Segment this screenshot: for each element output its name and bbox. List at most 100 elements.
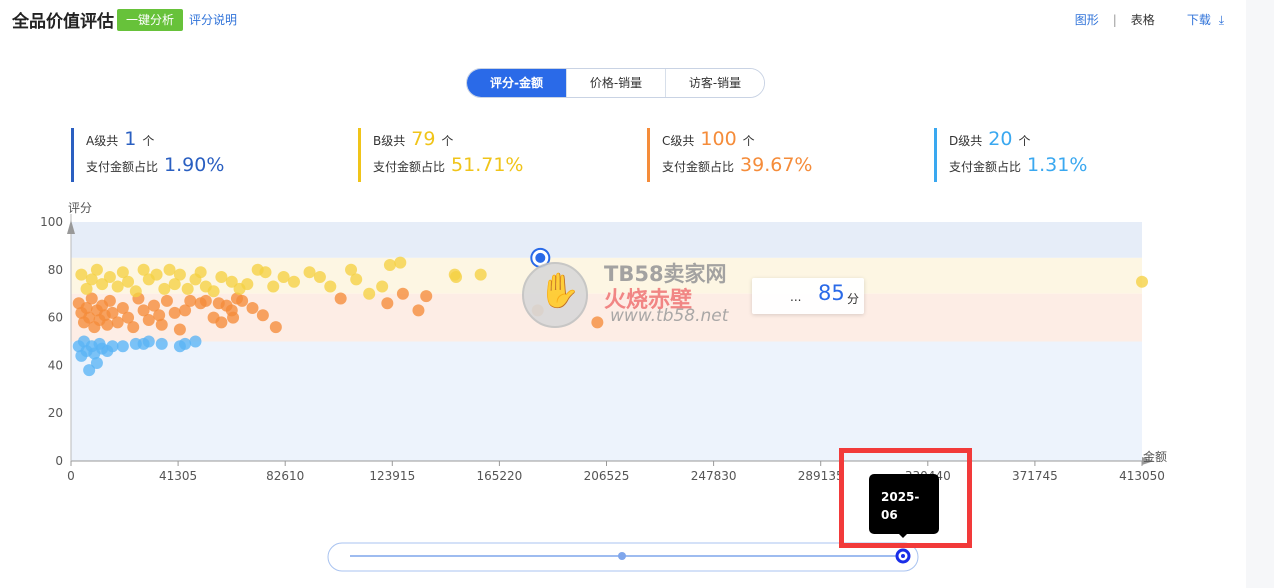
- y-tick-label: 100: [40, 215, 63, 229]
- grade-b-point[interactable]: [163, 263, 176, 276]
- grade-d-point[interactable]: [189, 335, 202, 348]
- grade-d-point[interactable]: [90, 357, 103, 370]
- grade-b-point[interactable]: [1136, 275, 1148, 288]
- right-edge-panel: [1246, 0, 1274, 588]
- grade-a-count: 1: [124, 128, 137, 150]
- grade-band-d: [71, 341, 1142, 461]
- grade-b-point[interactable]: [150, 268, 163, 281]
- x-tick-label: 371745: [1012, 469, 1058, 483]
- download-label: 下载: [1186, 13, 1211, 27]
- grade-c-point[interactable]: [160, 294, 173, 307]
- grade-c-point[interactable]: [236, 294, 249, 307]
- tooltip-score-value: 85: [818, 281, 845, 305]
- grade-b-point[interactable]: [267, 280, 280, 293]
- grade-d-point[interactable]: [155, 337, 168, 350]
- grade-b-point[interactable]: [394, 256, 407, 269]
- grade-b-point[interactable]: [129, 285, 142, 298]
- grade-c-point[interactable]: [215, 316, 228, 329]
- grade-d-point[interactable]: [106, 340, 119, 353]
- chart-mode-tabs: 评分-金额 价格-销量 访客-销量: [466, 68, 765, 98]
- grade-b-label: B级共: [373, 134, 406, 148]
- timeline-mid-dot[interactable]: [618, 552, 626, 560]
- grade-b-point[interactable]: [376, 280, 389, 293]
- tab-price-sales[interactable]: 价格-销量: [566, 69, 665, 97]
- grade-c-point[interactable]: [269, 321, 282, 334]
- grade-b-point[interactable]: [303, 266, 316, 279]
- view-table-link[interactable]: 表格: [1131, 11, 1155, 28]
- view-switcher: 图形 | 表格 | 下载 ⤓: [1075, 11, 1224, 28]
- grade-c-label: C级共: [662, 134, 695, 148]
- grade-b-count: 79: [411, 128, 436, 150]
- grade-b-point[interactable]: [277, 270, 290, 283]
- grade-b-point[interactable]: [383, 259, 396, 272]
- y-axis-label: 评分: [68, 201, 92, 215]
- grade-b-point[interactable]: [287, 275, 300, 288]
- score-explanation-link[interactable]: 评分说明: [189, 11, 237, 28]
- grade-c-point[interactable]: [101, 318, 114, 331]
- grade-c-count: 100: [700, 128, 737, 150]
- grade-b-point[interactable]: [313, 270, 326, 283]
- grade-c-point[interactable]: [103, 294, 116, 307]
- grade-c-point[interactable]: [246, 302, 259, 315]
- view-separator: |: [1112, 12, 1117, 27]
- grade-c-point[interactable]: [184, 294, 197, 307]
- view-chart-link[interactable]: 图形: [1075, 11, 1099, 28]
- grade-b-point[interactable]: [122, 275, 135, 288]
- grade-b-point[interactable]: [474, 268, 487, 281]
- grade-b-point[interactable]: [241, 278, 254, 291]
- header: 全品价值评估 一键分析 评分说明 图形 | 表格 | 下载 ⤓: [0, 0, 1274, 38]
- x-tick-label: 82610: [266, 469, 304, 483]
- grade-b-point[interactable]: [259, 266, 272, 279]
- grade-c-point[interactable]: [127, 321, 140, 334]
- grade-d-unit: 个: [1018, 134, 1031, 148]
- grade-c-point[interactable]: [142, 313, 155, 326]
- grade-c-point[interactable]: [256, 309, 269, 322]
- grade-d-stat: D级共 20 个 支付金额占比 1.31%: [934, 128, 1093, 182]
- grade-b-point[interactable]: [158, 282, 171, 295]
- grade-d-point[interactable]: [179, 337, 192, 350]
- x-tick-label: 206525: [584, 469, 630, 483]
- grade-b-point[interactable]: [75, 268, 88, 281]
- grade-b-point[interactable]: [173, 268, 186, 281]
- grade-c-point[interactable]: [199, 294, 212, 307]
- download-icon: ⤓: [1218, 13, 1224, 27]
- grade-b-point[interactable]: [194, 266, 207, 279]
- point-tooltip: ... 85 分: [752, 278, 864, 314]
- watermark-line3: www.tb58.net: [610, 306, 729, 326]
- grade-a-unit: 个: [142, 134, 155, 148]
- grade-c-point[interactable]: [227, 311, 240, 324]
- tab-score-amount[interactable]: 评分-金额: [467, 69, 566, 97]
- grade-band-a: [71, 222, 1142, 258]
- grade-c-point[interactable]: [420, 290, 433, 303]
- grade-b-point[interactable]: [111, 280, 124, 293]
- grade-b-point[interactable]: [181, 282, 194, 295]
- grade-b-point[interactable]: [103, 270, 116, 283]
- grade-b-point[interactable]: [207, 285, 220, 298]
- grade-b-share-label: 支付金额占比: [373, 160, 446, 174]
- grade-b-point[interactable]: [363, 287, 376, 300]
- grade-b-point[interactable]: [450, 270, 463, 283]
- grade-d-share-label: 支付金额占比: [949, 160, 1022, 174]
- grade-c-point[interactable]: [111, 316, 124, 329]
- grade-b-point[interactable]: [350, 273, 363, 286]
- y-tick-label: 80: [48, 263, 63, 277]
- grade-c-point[interactable]: [155, 318, 168, 331]
- grade-d-point[interactable]: [142, 335, 155, 348]
- grade-c-point[interactable]: [334, 292, 347, 305]
- grade-c-point[interactable]: [381, 297, 394, 310]
- grade-b-point[interactable]: [215, 270, 228, 283]
- grade-c-stat: C级共 100 个 支付金额占比 39.67%: [647, 128, 818, 182]
- tab-visitors-sales[interactable]: 访客-销量: [665, 69, 764, 97]
- download-link[interactable]: 下载 ⤓: [1187, 11, 1224, 28]
- grade-a-stat: A级共 1 个 支付金额占比 1.90%: [71, 128, 230, 182]
- grade-d-point[interactable]: [116, 340, 129, 353]
- x-tick-label: 0: [67, 469, 75, 483]
- one-click-analyze-button[interactable]: 一键分析: [117, 9, 183, 31]
- grade-c-point[interactable]: [412, 304, 425, 317]
- grade-b-unit: 个: [441, 134, 454, 148]
- grade-c-point[interactable]: [396, 287, 409, 300]
- grade-c-point[interactable]: [173, 323, 186, 336]
- grade-b-point[interactable]: [90, 263, 103, 276]
- grade-c-point[interactable]: [168, 306, 181, 319]
- grade-b-point[interactable]: [324, 280, 337, 293]
